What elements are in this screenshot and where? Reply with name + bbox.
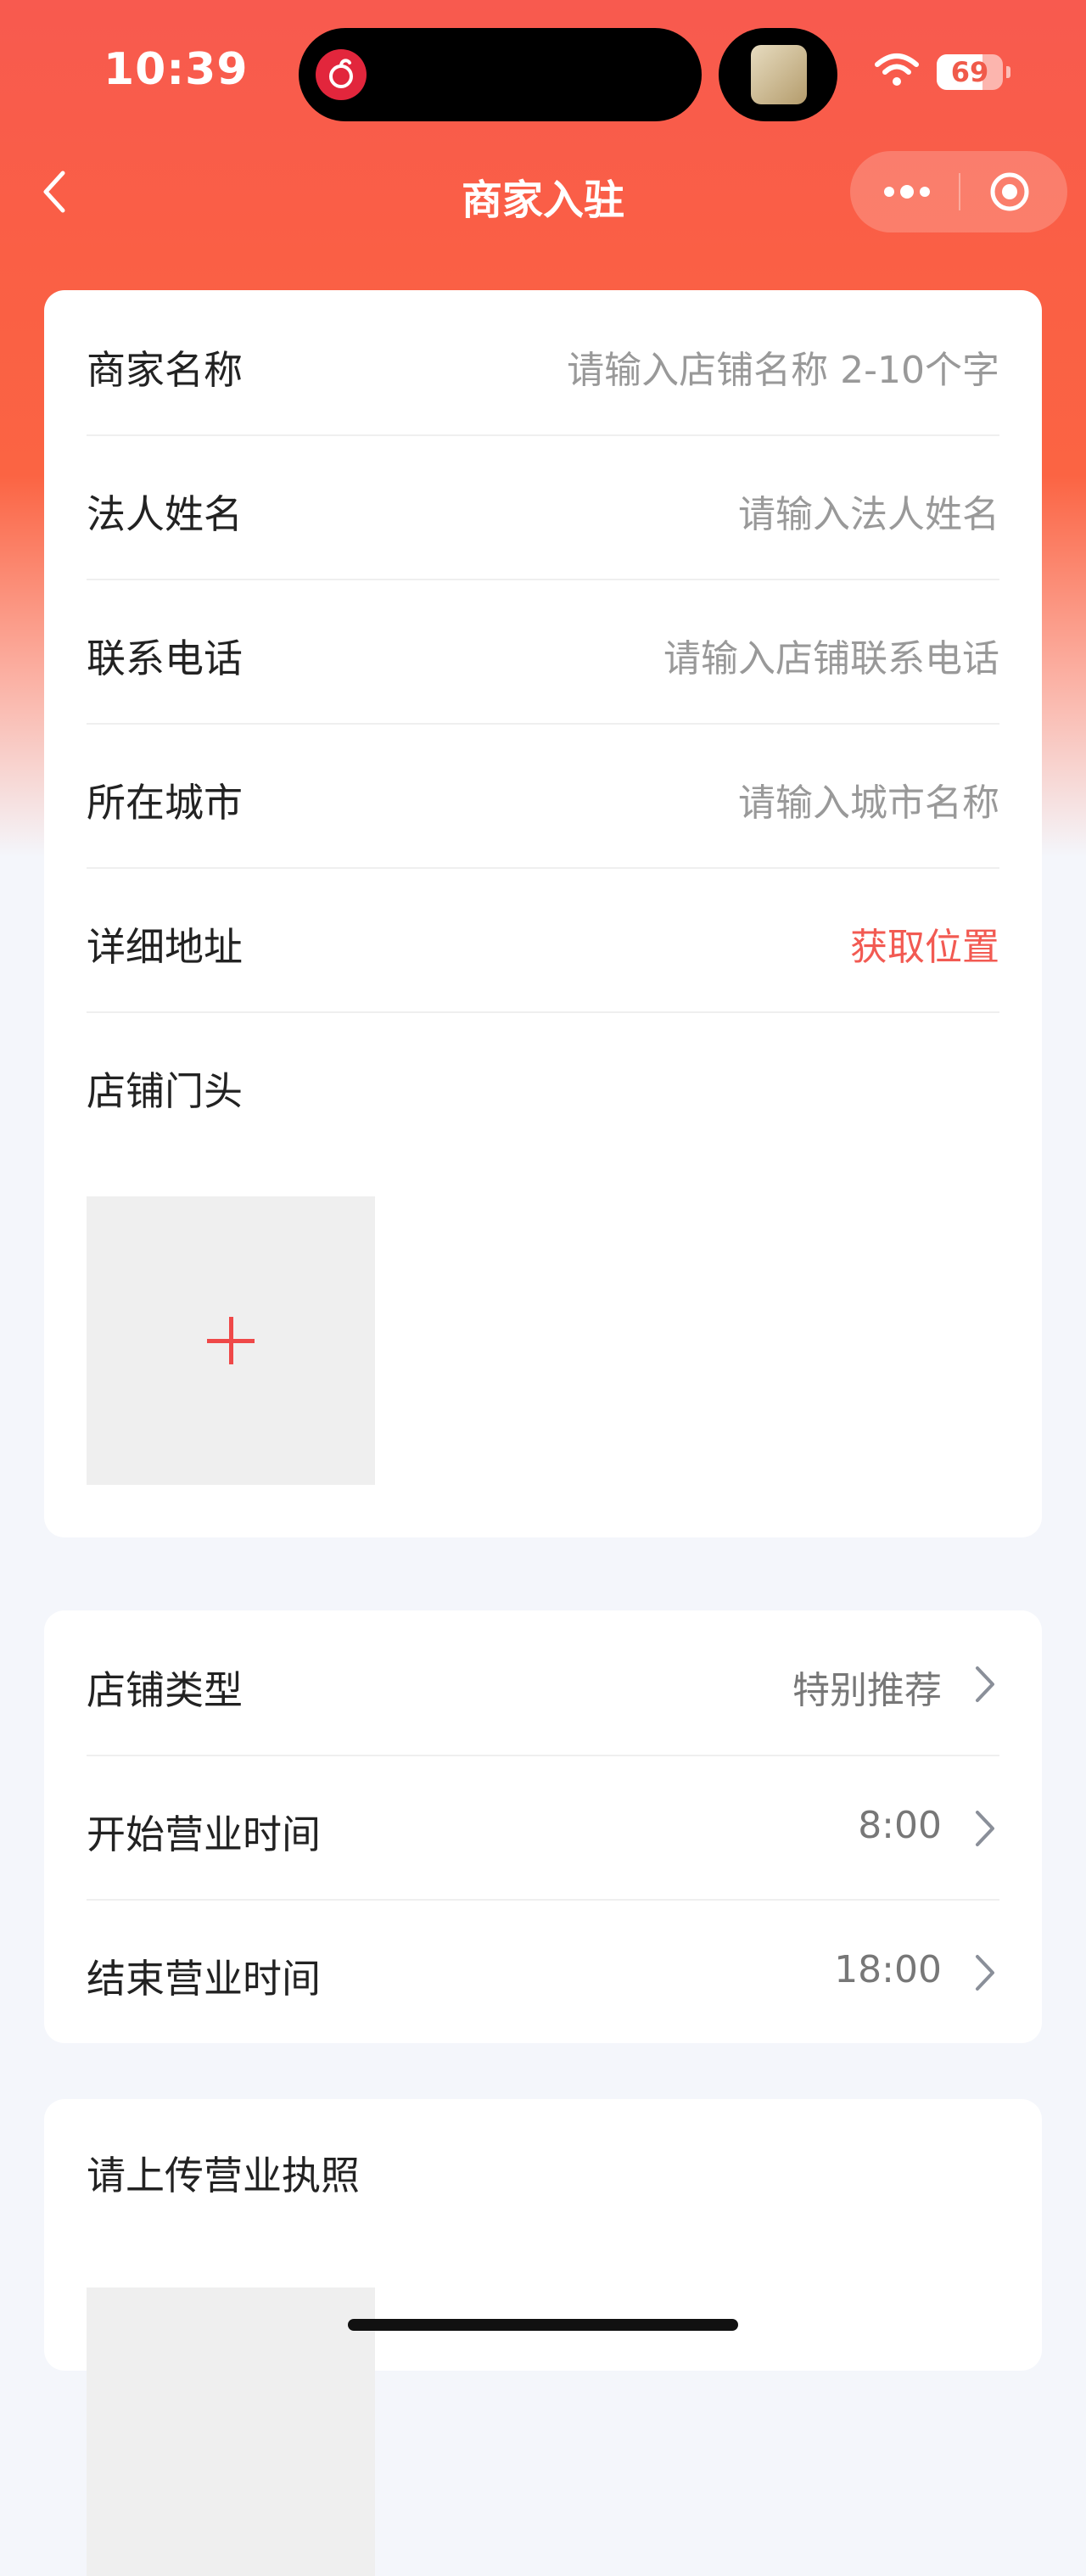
chevron-right-icon — [976, 1811, 994, 1846]
phone-input[interactable]: 请输入店铺联系电话 — [663, 628, 999, 682]
close-time-row[interactable]: 结束营业时间 18:00 — [87, 1899, 999, 2043]
plus-icon-vertical — [229, 1317, 233, 1364]
more-dots-icon[interactable] — [877, 173, 937, 210]
storefront-upload-button[interactable] — [87, 1196, 375, 1485]
open-time-value[interactable]: 8:00 — [858, 1804, 942, 1847]
get-location-button[interactable]: 获取位置 — [850, 916, 999, 971]
chevron-right-icon — [976, 1955, 994, 1991]
chevron-right-icon — [976, 1666, 994, 1702]
battery-percent: 69 — [950, 56, 989, 88]
basic-info-card: 商家名称 请输入店铺名称 2-10个字 法人姓名 请输入法人姓名 联系电话 请输… — [44, 290, 1042, 1537]
shop-type-label: 店铺类型 — [87, 1667, 243, 1713]
city-input[interactable]: 请输入城市名称 — [738, 772, 999, 826]
open-time-row[interactable]: 开始营业时间 8:00 — [87, 1755, 999, 1901]
storefront-label: 店铺门头 — [87, 1068, 243, 1114]
capsule-divider — [959, 173, 960, 210]
battery-cap — [1006, 66, 1010, 78]
page-title: 商家入驻 — [461, 176, 624, 224]
address-label: 详细地址 — [87, 924, 243, 970]
shop-settings-card: 店铺类型 特别推荐 开始营业时间 8:00 结束营业时间 18:00 — [44, 1610, 1042, 2043]
mini-program-capsule — [850, 151, 1067, 232]
music-app-icon[interactable] — [316, 49, 367, 100]
wifi-icon — [875, 53, 919, 86]
phone-label: 联系电话 — [87, 636, 243, 681]
home-indicator[interactable] — [348, 2319, 738, 2331]
back-arrow-icon[interactable] — [37, 166, 75, 217]
legal-name-row[interactable]: 法人姓名 请输入法人姓名 — [87, 434, 999, 580]
merchant-name-row[interactable]: 商家名称 请输入店铺名称 2-10个字 — [87, 290, 999, 436]
close-time-value[interactable]: 18:00 — [834, 1948, 942, 1991]
storefront-row: 店铺门头 — [87, 1011, 999, 1156]
phone-row[interactable]: 联系电话 请输入店铺联系电话 — [87, 579, 999, 725]
album-art-icon[interactable] — [751, 45, 807, 104]
legal-name-input[interactable]: 请输入法人姓名 — [738, 484, 999, 538]
open-time-label: 开始营业时间 — [87, 1812, 321, 1857]
city-row[interactable]: 所在城市 请输入城市名称 — [87, 723, 999, 869]
battery-indicator: 69 — [937, 54, 1003, 90]
dynamic-island-right[interactable] — [719, 28, 837, 121]
shop-type-row[interactable]: 店铺类型 特别推荐 — [87, 1610, 999, 1756]
merchant-name-label: 商家名称 — [87, 347, 243, 393]
shop-type-value[interactable]: 特别推荐 — [792, 1660, 942, 1714]
status-time: 10:39 — [104, 44, 249, 95]
legal-name-label: 法人姓名 — [87, 491, 243, 537]
dynamic-island-left[interactable] — [299, 28, 702, 121]
city-label: 所在城市 — [87, 780, 243, 826]
target-close-icon[interactable] — [988, 170, 1032, 214]
license-upload-button[interactable] — [87, 2288, 375, 2576]
close-time-label: 结束营业时间 — [87, 1956, 321, 2002]
merchant-name-input[interactable]: 请输入店铺名称 2-10个字 — [567, 339, 999, 394]
address-row[interactable]: 详细地址 获取位置 — [87, 867, 999, 1013]
license-label: 请上传营业执照 — [87, 2153, 360, 2198]
